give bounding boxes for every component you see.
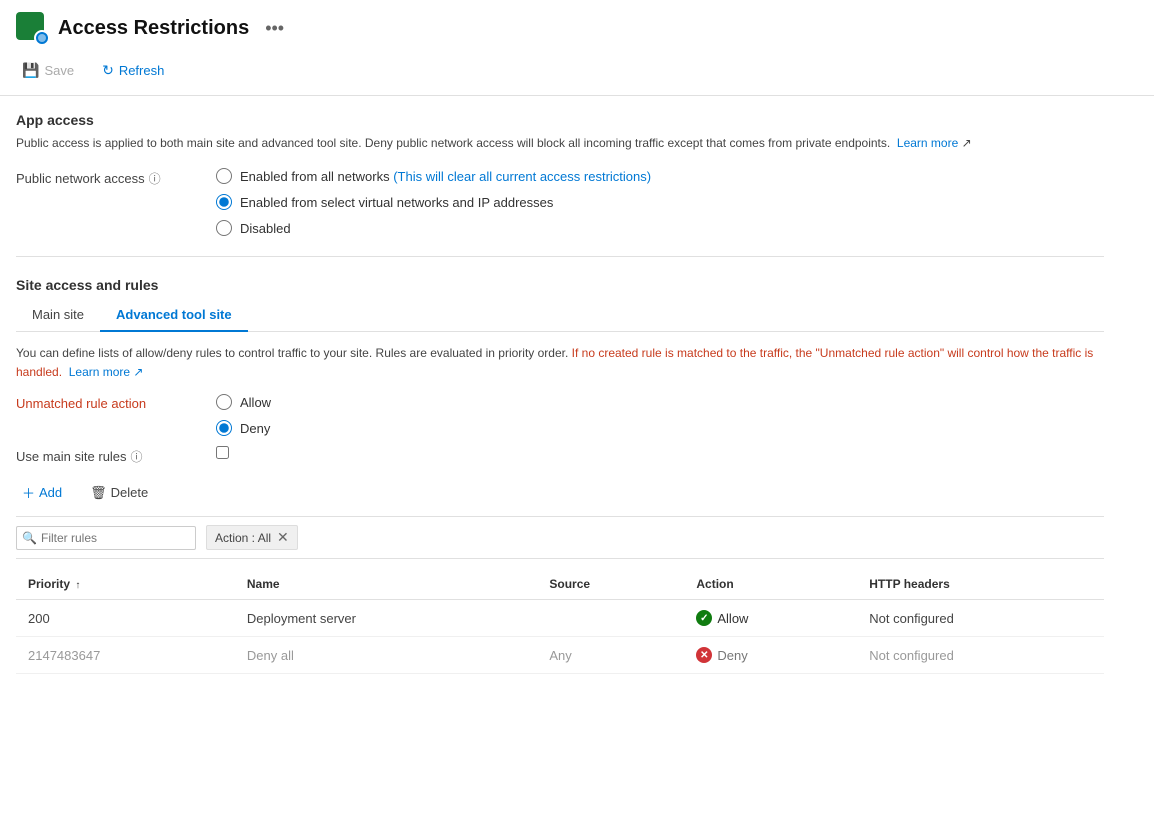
action-allow: Allow	[696, 610, 845, 626]
radio-unmatched-allow[interactable]: Allow	[216, 394, 271, 410]
refresh-button[interactable]: ↻ Refresh	[96, 58, 170, 83]
radio-unmatched-deny[interactable]: Deny	[216, 420, 271, 436]
app-access-section: App access Public access is applied to b…	[16, 112, 1104, 236]
table-row[interactable]: 200 Deployment server Allow Not configur…	[16, 600, 1104, 637]
radio-enabled-select-networks[interactable]: Enabled from select virtual networks and…	[216, 194, 651, 210]
cell-source: Any	[537, 637, 684, 674]
col-action: Action	[684, 569, 857, 600]
use-main-site-rules-label: Use main site rules	[16, 449, 127, 464]
unmatched-rule-label: Unmatched rule action	[16, 396, 146, 411]
filter-input-wrap: 🔍	[16, 526, 196, 550]
cell-source	[537, 600, 684, 637]
sort-icon-priority: ↑	[75, 580, 80, 591]
cell-priority: 200	[16, 600, 235, 637]
use-main-site-rules-checkbox[interactable]	[216, 446, 229, 459]
app-icon	[16, 12, 48, 44]
cell-priority: 2147483647	[16, 637, 235, 674]
cell-http-headers: Not configured	[857, 600, 1104, 637]
learn-more-link-site[interactable]: Learn more ↗	[69, 365, 144, 379]
cell-action: Allow	[684, 600, 857, 637]
public-network-access-field: Public network access ⓘ Enabled from all…	[16, 168, 1104, 236]
site-access-tabs: Main site Advanced tool site	[16, 299, 1104, 332]
action-filter-label: Action : All	[215, 531, 271, 545]
action-filter-badge: Action : All ✕	[206, 525, 298, 550]
tab-advanced-tool-site[interactable]: Advanced tool site	[100, 299, 248, 332]
deny-icon	[696, 647, 712, 663]
app-access-description: Public access is applied to both main si…	[16, 134, 1104, 152]
public-network-access-options: Enabled from all networks (This will cle…	[216, 168, 651, 236]
filter-rules-input[interactable]	[16, 526, 196, 550]
allow-icon	[696, 610, 712, 626]
action-deny: Deny	[696, 647, 845, 663]
save-icon: 💾	[22, 62, 39, 79]
col-priority: Priority ↑	[16, 569, 235, 600]
site-access-info: You can define lists of allow/deny rules…	[16, 344, 1104, 382]
col-source: Source	[537, 569, 684, 600]
table-row[interactable]: 2147483647 Deny all Any Deny Not configu…	[16, 637, 1104, 674]
col-http-headers: HTTP headers	[857, 569, 1104, 600]
cell-name: Deny all	[235, 637, 538, 674]
cell-name: Deployment server	[235, 600, 538, 637]
use-main-site-rules-checkbox-wrap	[216, 446, 229, 462]
delete-button[interactable]: 🗑 Delete	[84, 481, 154, 505]
radio-disabled[interactable]: Disabled	[216, 220, 651, 236]
learn-more-link-app[interactable]: Learn more	[897, 136, 958, 150]
public-network-access-label: Public network access ⓘ	[16, 168, 196, 187]
tab-main-site[interactable]: Main site	[16, 299, 100, 332]
more-options-icon[interactable]: •••	[259, 16, 290, 41]
search-icon: 🔍	[22, 531, 37, 545]
cell-http-headers: Not configured	[857, 637, 1104, 674]
site-access-title: Site access and rules	[16, 277, 1104, 293]
toolbar: 💾 Save ↻ Refresh	[0, 52, 1154, 96]
main-content: App access Public access is applied to b…	[0, 96, 1120, 690]
use-main-site-rules-field: Use main site rules ⓘ	[16, 446, 1104, 465]
col-name: Name	[235, 569, 538, 600]
add-delete-bar: ＋ Add 🗑 Delete	[16, 479, 1104, 506]
refresh-icon: ↻	[102, 62, 114, 79]
site-access-section: Site access and rules Main site Advanced…	[16, 277, 1104, 674]
public-network-access-info-icon[interactable]: ⓘ	[149, 170, 161, 187]
filter-bar: 🔍 Action : All ✕	[16, 516, 1104, 559]
table-header-row: Priority ↑ Name Source Action HTTP heade…	[16, 569, 1104, 600]
action-filter-close-icon[interactable]: ✕	[277, 529, 289, 546]
use-main-site-rules-info-icon[interactable]: ⓘ	[131, 448, 143, 465]
cell-action: Deny	[684, 637, 857, 674]
unmatched-rule-options: Allow Deny	[216, 394, 271, 436]
page-title: Access Restrictions	[58, 17, 249, 40]
add-icon: ＋	[22, 483, 35, 502]
divider-1	[16, 256, 1104, 257]
rules-table: Priority ↑ Name Source Action HTTP heade…	[16, 569, 1104, 674]
app-access-title: App access	[16, 112, 1104, 128]
unmatched-rule-action-field: Unmatched rule action Allow Deny	[16, 394, 1104, 436]
save-button[interactable]: 💾 Save	[16, 58, 80, 83]
radio-enabled-all-networks[interactable]: Enabled from all networks (This will cle…	[216, 168, 651, 184]
add-button[interactable]: ＋ Add	[16, 479, 68, 506]
delete-icon: 🗑	[90, 485, 107, 501]
